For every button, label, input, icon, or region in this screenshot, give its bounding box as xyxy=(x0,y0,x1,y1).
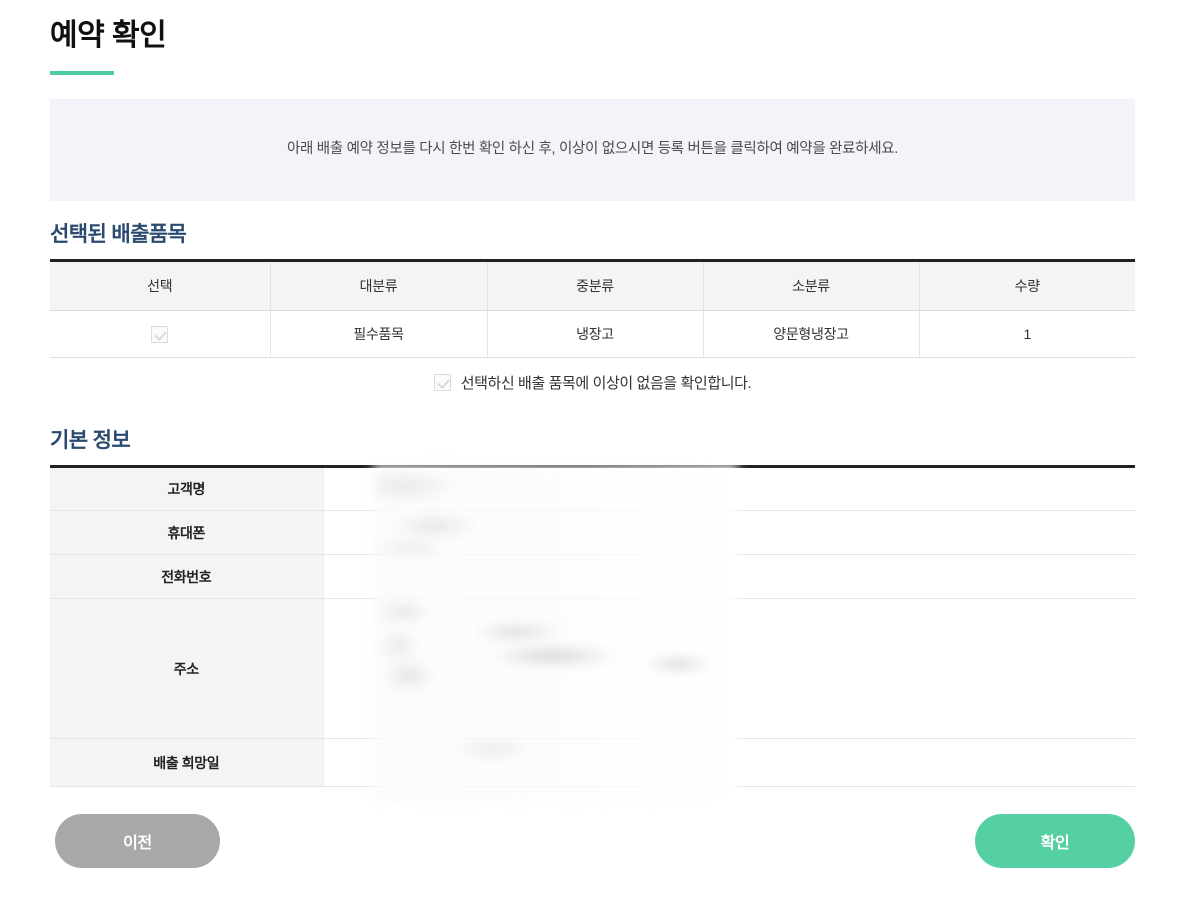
title-accent-underline xyxy=(50,71,114,75)
basic-info-table: 고객명 휴대폰 전화번호 주소 배출 희망일 xyxy=(50,465,1135,788)
info-row-mobile: 휴대폰 xyxy=(50,510,1135,556)
notice-text: 아래 배출 예약 정보를 다시 한번 확인 하신 후, 이상이 없으시면 등록 … xyxy=(286,141,899,158)
reservation-confirm-page: 예약 확인 아래 배출 예약 정보를 다시 한번 확인 하신 후, 이상이 없으… xyxy=(0,0,1186,906)
notice-banner: 아래 배출 예약 정보를 다시 한번 확인 하신 후, 이상이 없으시면 등록 … xyxy=(50,99,1135,201)
row-select-checkbox[interactable] xyxy=(151,326,169,344)
column-header-quantity: 수량 xyxy=(919,260,1135,312)
confirm-button[interactable]: 확인 xyxy=(975,814,1135,868)
cell-middle-category: 냉장고 xyxy=(487,310,704,359)
info-value-telephone xyxy=(323,554,1135,600)
selected-items-table: 선택 대분류 중분류 소분류 수량 필수품목 냉장고 양문형냉장고 1 xyxy=(50,259,1135,359)
info-row-telephone: 전화번호 xyxy=(50,554,1135,600)
info-label-telephone: 전화번호 xyxy=(50,554,324,600)
basic-info-heading: 기본 정보 xyxy=(50,429,131,452)
cell-sub-category: 양문형냉장고 xyxy=(703,310,920,359)
info-label-address: 주소 xyxy=(50,598,324,740)
items-confirm-checkbox[interactable] xyxy=(433,374,451,392)
cell-major-category: 필수품목 xyxy=(270,310,488,359)
footer-button-bar: 이전 확인 xyxy=(50,814,1135,868)
selected-items-section: 선택된 배출품목 선택 대분류 중분류 소분류 수량 필수품목 냉장고 양문형냉… xyxy=(50,222,1135,393)
column-header-major-category: 대분류 xyxy=(270,260,488,312)
page-title: 예약 확인 xyxy=(50,19,167,52)
info-label-discharge-date: 배출 희망일 xyxy=(50,738,324,788)
table-header-row: 선택 대분류 중분류 소분류 수량 xyxy=(50,260,1135,312)
info-value-customer-name xyxy=(323,466,1135,512)
previous-button[interactable]: 이전 xyxy=(55,814,220,868)
cell-select xyxy=(50,310,271,359)
table-row: 필수품목 냉장고 양문형냉장고 1 xyxy=(50,310,1135,359)
info-label-customer-name: 고객명 xyxy=(50,466,324,512)
selected-items-heading: 선택된 배출품목 xyxy=(50,223,187,246)
column-header-select: 선택 xyxy=(50,260,271,312)
info-value-address xyxy=(323,598,1135,740)
info-value-mobile xyxy=(323,510,1135,556)
column-header-sub-category: 소분류 xyxy=(703,260,920,312)
info-row-discharge-date: 배출 희망일 xyxy=(50,738,1135,788)
info-row-address: 주소 xyxy=(50,598,1135,740)
column-header-middle-category: 중분류 xyxy=(487,260,704,312)
basic-info-section: 기본 정보 고객명 휴대폰 전화번호 주소 배출 희망일 xyxy=(50,428,1135,802)
items-confirm-label: 선택하신 배출 품목에 이상이 없음을 확인합니다. xyxy=(460,375,752,393)
page-title-block: 예약 확인 xyxy=(50,18,167,75)
items-confirm-row: 선택하신 배출 품목에 이상이 없음을 확인합니다. xyxy=(50,372,1135,393)
info-row-customer-name: 고객명 xyxy=(50,466,1135,512)
info-label-mobile: 휴대폰 xyxy=(50,510,324,556)
cell-quantity: 1 xyxy=(919,310,1135,359)
info-value-discharge-date xyxy=(323,738,1135,788)
